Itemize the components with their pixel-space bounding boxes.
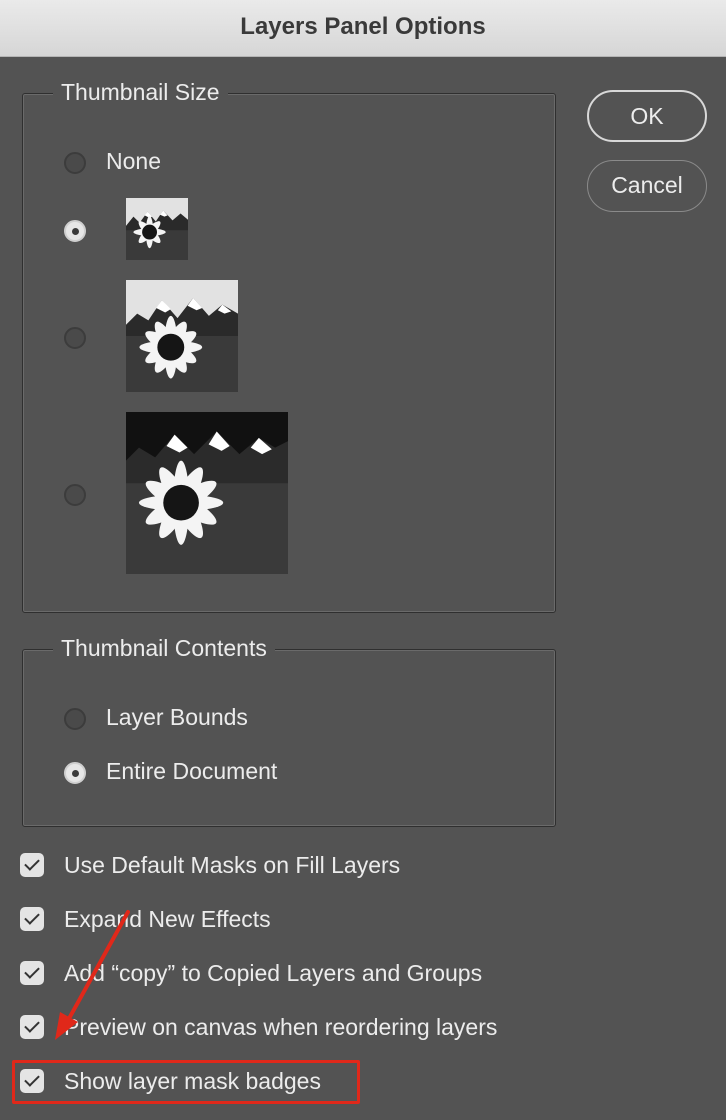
- checkbox-default-masks-label[interactable]: Use Default Masks on Fill Layers: [64, 852, 400, 879]
- thumbnail-preview-large[interactable]: [126, 412, 288, 574]
- thumbnail-size-legend: Thumbnail Size: [53, 79, 228, 106]
- dialog-title: Layers Panel Options: [240, 13, 486, 40]
- checkbox-add-copy-label[interactable]: Add “copy” to Copied Layers and Groups: [64, 960, 482, 987]
- radio-thumb-none-label[interactable]: None: [106, 148, 161, 175]
- radio-entire-document[interactable]: [64, 762, 86, 784]
- title-bar: Layers Panel Options: [0, 0, 726, 57]
- thumbnail-contents-legend: Thumbnail Contents: [53, 635, 275, 662]
- thumbnail-contents-group: Thumbnail Contents: [22, 635, 556, 827]
- radio-thumb-medium[interactable]: [64, 327, 86, 349]
- thumbnail-preview-small[interactable]: [126, 198, 188, 260]
- cancel-button[interactable]: Cancel: [587, 160, 707, 212]
- annotation-highlight-box: [12, 1060, 360, 1104]
- radio-entire-document-label[interactable]: Entire Document: [106, 758, 277, 785]
- thumbnail-size-group: Thumbnail Size: [22, 79, 556, 613]
- radio-layer-bounds-label[interactable]: Layer Bounds: [106, 704, 248, 731]
- checkbox-add-copy[interactable]: [20, 961, 44, 985]
- radio-thumb-large[interactable]: [64, 484, 86, 506]
- checkbox-preview-reorder[interactable]: [20, 1015, 44, 1039]
- thumbnail-preview-medium[interactable]: [126, 280, 238, 392]
- checkbox-preview-reorder-label[interactable]: Preview on canvas when reordering layers: [64, 1014, 497, 1041]
- checkbox-default-masks[interactable]: [20, 853, 44, 877]
- radio-thumb-small[interactable]: [64, 220, 86, 242]
- ok-button[interactable]: OK: [587, 90, 707, 142]
- checkbox-expand-effects[interactable]: [20, 907, 44, 931]
- checkbox-expand-effects-label[interactable]: Expand New Effects: [64, 906, 271, 933]
- radio-layer-bounds[interactable]: [64, 708, 86, 730]
- radio-thumb-none[interactable]: [64, 152, 86, 174]
